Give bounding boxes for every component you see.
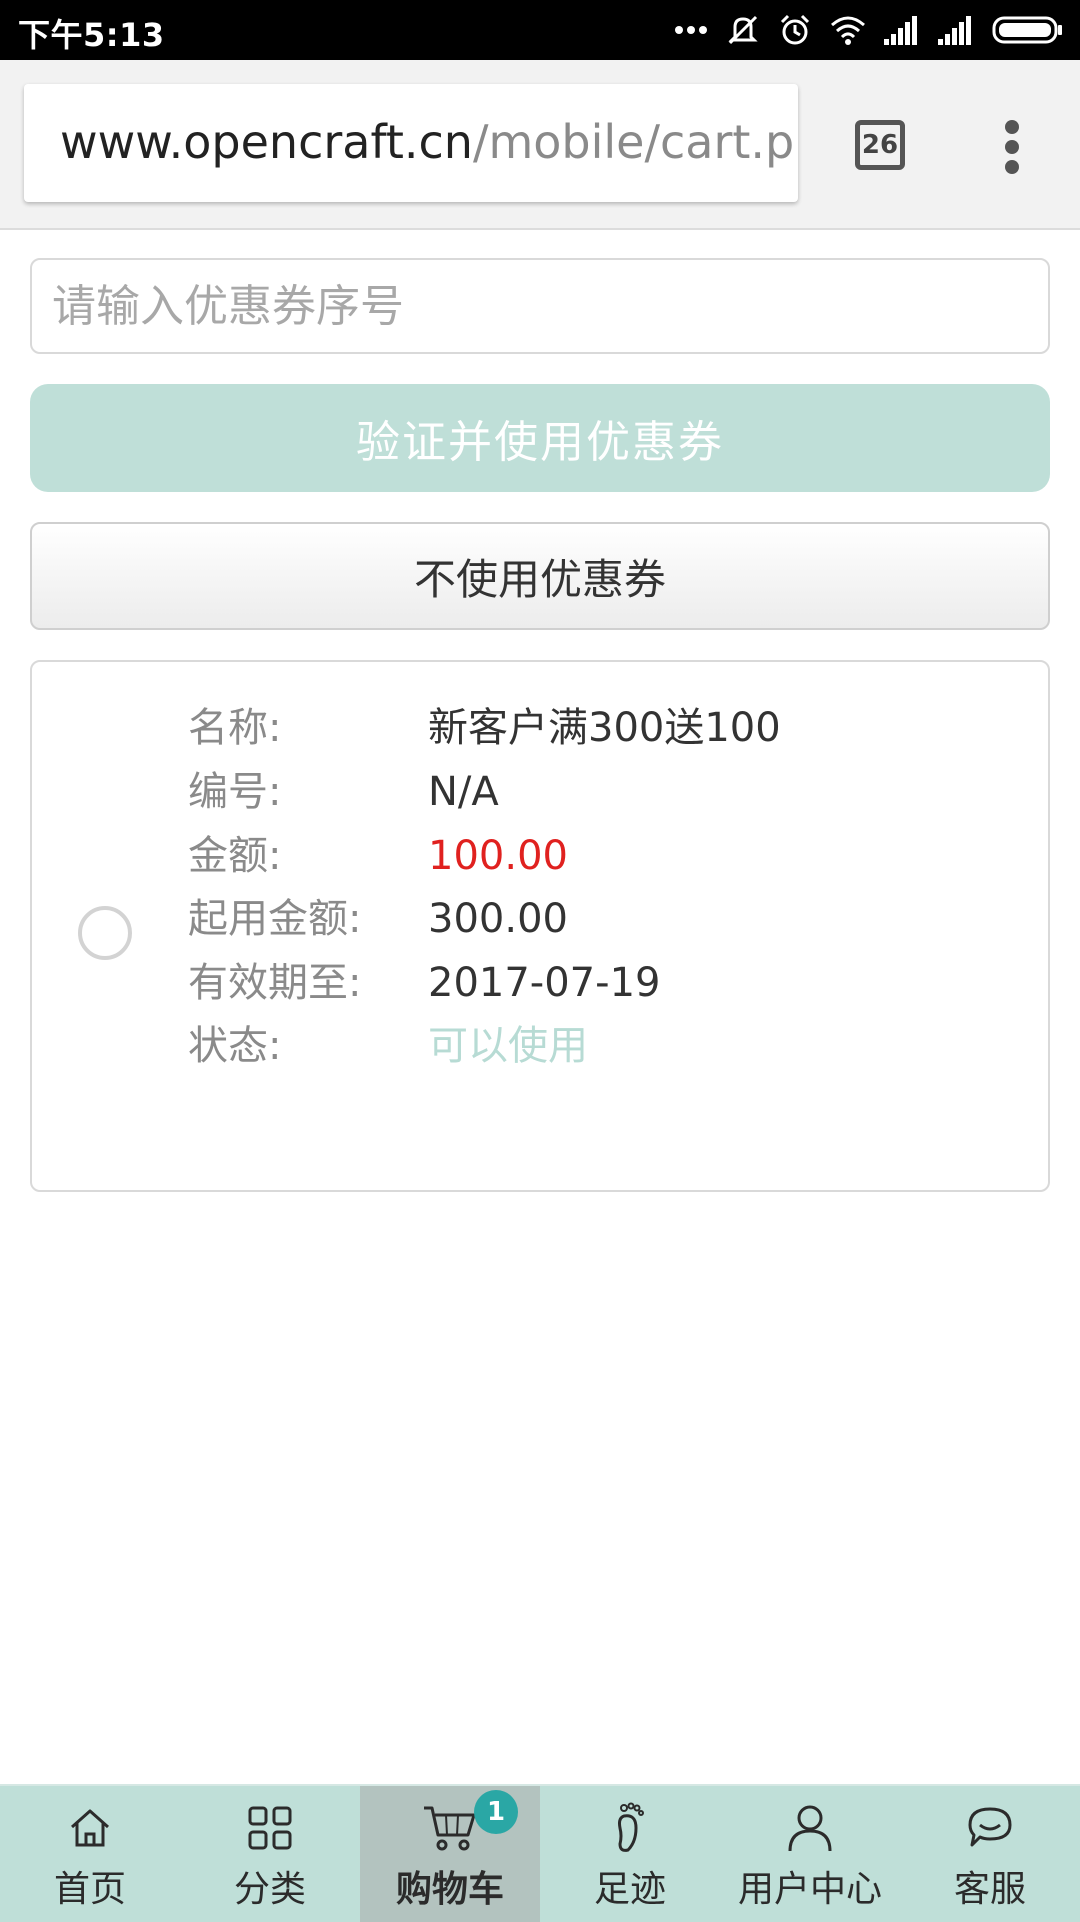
coupon-select-radio[interactable] <box>78 906 132 960</box>
cart-badge: 1 <box>474 1790 518 1834</box>
no-coupon-button[interactable]: 不使用优惠券 <box>30 522 1050 630</box>
address-bar[interactable]: www.opencraft.cn/mobile/cart.ph <box>24 84 798 202</box>
coupon-code-input[interactable] <box>30 258 1050 354</box>
signal-icon <box>884 16 917 45</box>
chat-icon <box>968 1807 1012 1847</box>
url-host: www.opencraft.cn <box>60 115 473 169</box>
coupon-card[interactable]: 名称: 新客户满300送100 编号: N/A 金额: 100.00 起用金额:… <box>30 660 1050 1192</box>
nav-label: 购物车 <box>395 1869 504 1910</box>
footprint-icon <box>618 1802 644 1852</box>
nav-label: 客服 <box>953 1869 1026 1910</box>
coupon-label: 有效期至: <box>188 960 362 1006</box>
nav-user-center[interactable]: 用户中心 <box>720 1786 900 1922</box>
browser-menu-button[interactable] <box>1000 120 1024 174</box>
nav-label: 足迹 <box>593 1869 666 1910</box>
cart-icon <box>424 1806 476 1851</box>
coupon-expiry-value: 2017-07-19 <box>428 960 661 1006</box>
status-bar: 下午5:13 <box>0 0 1080 60</box>
verify-coupon-button[interactable]: 验证并使用优惠券 <box>30 384 1050 492</box>
url-path: /mobile/cart.ph <box>472 115 798 169</box>
alarm-icon <box>780 14 810 45</box>
coupon-label: 编号: <box>188 769 282 815</box>
browser-toolbar: www.opencraft.cn/mobile/cart.ph 26 <box>0 60 1080 230</box>
verify-coupon-label: 验证并使用优惠券 <box>356 417 724 468</box>
menu-dot <box>1005 120 1019 134</box>
more-dots-icon <box>675 26 707 34</box>
url-text: www.opencraft.cn/mobile/cart.ph <box>60 114 798 170</box>
nav-label: 分类 <box>233 1869 306 1910</box>
coupon-label: 金额: <box>188 833 282 879</box>
grid-icon <box>248 1806 292 1850</box>
home-icon <box>71 1809 109 1847</box>
tab-switcher-button[interactable]: 26 <box>855 120 905 170</box>
mute-icon <box>728 15 758 45</box>
menu-dot <box>1005 160 1019 174</box>
no-coupon-label: 不使用优惠券 <box>413 554 666 604</box>
nav-footprint[interactable]: 足迹 <box>540 1786 720 1922</box>
wifi-icon <box>831 16 865 45</box>
battery-icon <box>992 16 1062 44</box>
coupon-label: 名称: <box>188 705 282 751</box>
coupon-amount-value: 100.00 <box>428 833 568 879</box>
coupon-code-value: N/A <box>428 769 499 815</box>
status-icons <box>674 10 1064 50</box>
nav-customer-service[interactable]: 客服 <box>900 1786 1080 1922</box>
signal-icon <box>938 16 971 45</box>
coupon-name-value: 新客户满300送100 <box>428 705 781 751</box>
tab-count: 26 <box>861 130 899 160</box>
user-icon <box>788 1805 832 1852</box>
nav-label: 首页 <box>53 1869 126 1910</box>
coupon-label: 起用金额: <box>188 896 362 942</box>
coupon-label: 状态: <box>188 1023 282 1069</box>
menu-dot <box>1005 140 1019 154</box>
nav-cart[interactable]: 购物车 1 <box>360 1786 540 1922</box>
coupon-status-value: 可以使用 <box>428 1023 588 1069</box>
coupon-min-amount-value: 300.00 <box>428 896 568 942</box>
nav-category[interactable]: 分类 <box>180 1786 360 1922</box>
nav-label: 用户中心 <box>737 1869 882 1910</box>
status-time: 下午5:13 <box>18 16 165 54</box>
bottom-nav: 首页 分类 购物车 1 足迹 用户中心 客服 <box>0 1784 1080 1922</box>
nav-home[interactable]: 首页 <box>0 1786 180 1922</box>
